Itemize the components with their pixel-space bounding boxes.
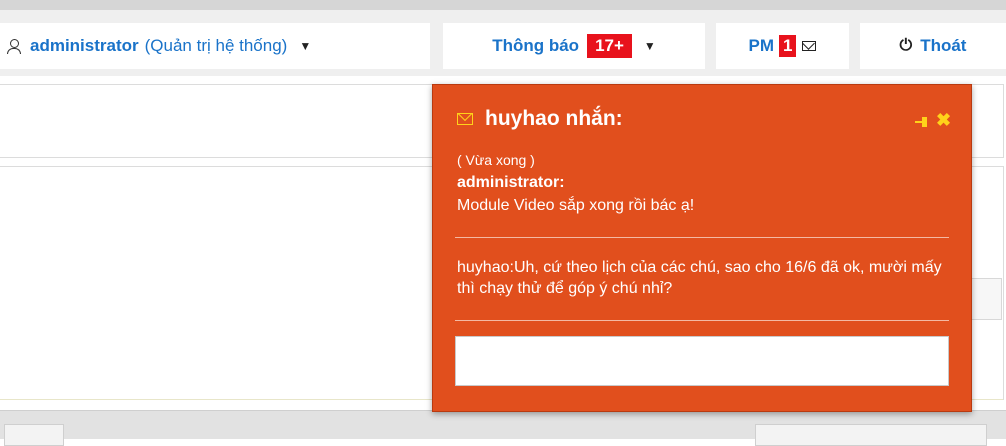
chat-title: huyhao nhắn: [485, 107, 623, 130]
bottom-control[interactable] [4, 424, 64, 446]
notifications-badge: 17+ [587, 34, 632, 58]
message-text: Module Video sắp xong rồi bác ạ! [457, 197, 695, 214]
chat-reply-input[interactable] [455, 336, 949, 386]
notifications-button[interactable]: Thông báo 17+ ▼ [443, 23, 705, 69]
message-time: ( Vừa xong ) [457, 152, 535, 168]
pm-badge: 1 [779, 35, 797, 57]
user-menu-button[interactable]: administrator (Quản trị hệ thống) ▼ [0, 23, 430, 69]
pm-label: PM [748, 36, 775, 55]
message-sender: administrator: [457, 174, 565, 191]
notifications-label: Thông báo [492, 36, 580, 55]
divider [455, 237, 949, 238]
pm-button[interactable]: PM 1 [716, 23, 849, 69]
user-role: (Quản trị hệ thống) [144, 36, 288, 55]
envelope-icon [802, 41, 817, 51]
mail-icon [457, 113, 473, 125]
close-icon[interactable]: ✖ [936, 110, 951, 131]
pin-icon[interactable] [915, 117, 929, 127]
chat-header: huyhao nhắn: [457, 107, 623, 131]
reply-text: huyhao:Uh, cứ theo lịch của các chú, sao… [457, 259, 942, 297]
logout-label: Thoát [920, 36, 967, 55]
power-icon: ⏻ [899, 37, 913, 54]
caret-down-icon: ▼ [643, 39, 656, 53]
logout-button[interactable]: ⏻ Thoát [860, 23, 1006, 69]
chat-popup: huyhao nhắn: ✖ ( Vừa xong ) administrato… [432, 84, 972, 412]
user-name: administrator [30, 36, 139, 55]
divider [455, 320, 949, 321]
user-icon [6, 38, 22, 54]
bottom-control[interactable] [755, 424, 987, 446]
caret-down-icon: ▼ [299, 39, 312, 53]
top-border [0, 0, 1006, 10]
